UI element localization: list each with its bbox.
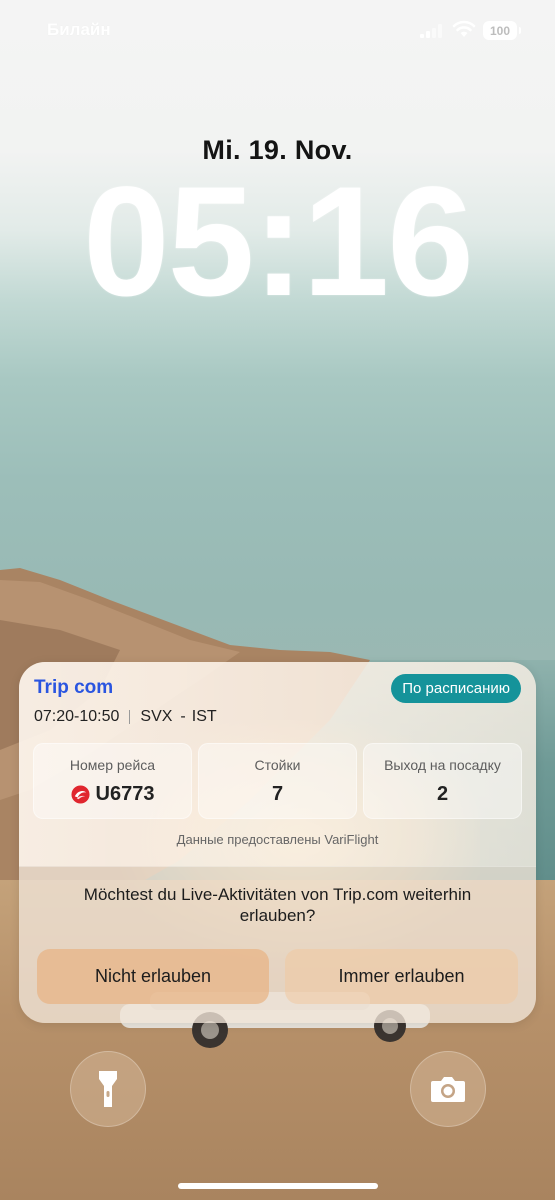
flight-info-section: Trip com По расписанию 07:20-10:50 SVX -… [19,662,536,866]
camera-button[interactable] [410,1051,486,1127]
data-provider-note: Данные предоставлены VariFlight [176,832,379,847]
flight-route: 07:20-10:50 SVX - IST [34,708,217,726]
always-allow-button[interactable]: Immer erlauben [285,949,518,1004]
check-in-counters-value: 7 [271,782,284,805]
carrier-name: Билайн [47,20,111,39]
route-dash: - [180,708,186,725]
gate-label: Выход на посадку [384,756,501,773]
flashlight-button[interactable] [70,1051,146,1127]
trip-com-brand: Trip com [34,677,114,698]
flashlight-icon [99,1071,117,1107]
lock-screen-time: 05:16 [83,155,474,329]
live-activity-card[interactable]: Trip com По расписанию 07:20-10:50 SVX -… [19,662,536,1023]
flight-details-row: Номер рейса U6773 Стойки 7 Выход на поса… [33,743,522,819]
check-in-counters-box: Стойки 7 [198,743,357,819]
flight-number-value-wrap: U6773 [71,782,155,806]
flight-number-label: Номер рейса [69,756,156,773]
route-divider [129,710,131,724]
dont-allow-button[interactable]: Nicht erlauben [37,949,269,1004]
flight-times: 07:20-10:50 [34,708,120,725]
flight-number-value: U6773 [95,782,155,805]
status-bar: Билайн 100 [0,0,555,62]
check-in-counters-label: Стойки [254,756,301,773]
wifi-icon [452,20,476,37]
ural-airlines-logo-icon [71,784,90,804]
destination-airport: IST [191,708,217,725]
camera-icon [431,1077,465,1102]
gate-box: Выход на посадку 2 [363,743,522,819]
cellular-signal-icon [420,24,442,38]
battery-indicator: 100 [483,21,521,40]
live-activity-permission-question: Möchtest du Live-Aktivitäten von Trip.co… [83,885,472,925]
flight-number-box: Номер рейса U6773 [33,743,192,819]
origin-airport: SVX [140,708,173,725]
gate-value: 2 [436,782,449,805]
home-indicator[interactable] [178,1183,378,1189]
flight-status-badge: По расписанию [391,674,521,703]
